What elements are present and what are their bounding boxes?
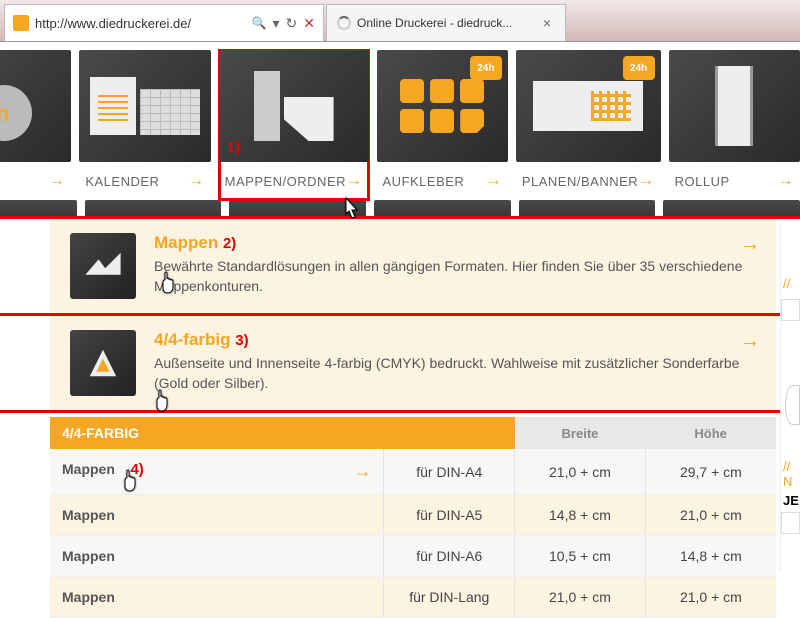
- farbig-icon: [70, 330, 136, 396]
- product-name: Mappen: [62, 507, 115, 523]
- category-card-kalender[interactable]: KALENDER →: [79, 50, 210, 200]
- height-cell: 14,8 + cm: [645, 536, 776, 577]
- divider: [0, 410, 800, 413]
- arrow-right-icon: →: [49, 172, 66, 190]
- step-2-marker: 2): [223, 235, 236, 252]
- category-thumb-icon: 24h: [377, 50, 508, 162]
- browser-tab[interactable]: Online Druckerei - diedruck... ×: [326, 4, 566, 41]
- height-cell: 21,0 + cm: [645, 495, 776, 536]
- category-card-aufkleber[interactable]: 24h AUFKLEBER →: [377, 50, 508, 200]
- category-nav-row2: [0, 200, 800, 216]
- refresh-icon[interactable]: ↻: [286, 15, 298, 32]
- width-cell: 21,0 + cm: [515, 449, 646, 495]
- step-1-marker: 1): [227, 139, 240, 156]
- arrow-right-icon: →: [346, 172, 363, 190]
- arrow-right-icon: →: [740, 233, 760, 256]
- category-card-ruck[interactable]: RUCK→: [0, 50, 71, 200]
- promo-mappen[interactable]: Mappen 2) Bewährte Standardlösungen in a…: [50, 219, 776, 313]
- width-cell: 10,5 + cm: [515, 536, 646, 577]
- tab-close-button[interactable]: ×: [539, 15, 555, 31]
- category-label: PLANEN/BANNER: [522, 174, 638, 189]
- address-bar[interactable]: http://www.diedruckerei.de/ 🔍 ▾ ↻ ✕: [4, 4, 324, 41]
- tab-title: Online Druckerei - diedruck...: [357, 16, 539, 30]
- url-text: http://www.diedruckerei.de/: [35, 16, 252, 31]
- step-4-marker: 4): [130, 461, 143, 478]
- mappen-icon: [70, 233, 136, 299]
- format-cell: für DIN-A5: [384, 495, 515, 536]
- promo-title: 4/4-farbig: [154, 330, 231, 349]
- arrow-right-icon: →: [638, 172, 655, 190]
- table-row[interactable]: Mappen für DIN-A514,8 + cm21,0 + cm: [50, 495, 776, 536]
- format-cell: für DIN-A6: [384, 536, 515, 577]
- product-table: 4/4-FARBIG Breite Höhe Mappen 4) → für DIN…: [50, 417, 776, 618]
- category-thumb-icon: [79, 50, 210, 162]
- badge-24h-icon: 24h: [623, 56, 655, 80]
- favicon-icon: [13, 15, 29, 31]
- category-card-rollup[interactable]: ROLLUP →: [669, 50, 800, 200]
- search-icon[interactable]: 🔍: [252, 16, 267, 30]
- table-row[interactable]: Mappen 4) → für DIN-A421,0 + cm29,7 + cm: [50, 449, 776, 495]
- arrow-right-icon: →: [188, 172, 205, 190]
- dropdown-icon[interactable]: ▾: [273, 15, 280, 32]
- category-thumb-icon: [0, 50, 71, 162]
- height-cell: 29,7 + cm: [645, 449, 776, 495]
- arrow-right-icon: →: [353, 461, 371, 482]
- table-title: 4/4-FARBIG: [50, 417, 515, 449]
- arrow-right-icon: →: [485, 172, 502, 190]
- category-thumb-icon: 24h: [516, 50, 661, 162]
- promo-44farbig[interactable]: 4/4-farbig 3) Außenseite und Innenseite …: [50, 316, 776, 410]
- loading-spinner-icon: [337, 16, 351, 30]
- browser-bar: http://www.diedruckerei.de/ 🔍 ▾ ↻ ✕ Onli…: [0, 0, 800, 42]
- category-label: MAPPEN/ORDNER: [225, 174, 346, 189]
- stop-icon[interactable]: ✕: [303, 15, 315, 32]
- format-cell: für DIN-Lang: [384, 577, 515, 618]
- arrow-right-icon: →: [777, 172, 794, 190]
- table-header: 4/4-FARBIG Breite Höhe: [50, 417, 776, 449]
- category-label: ROLLUP: [675, 174, 730, 189]
- promo-title: Mappen: [154, 233, 218, 252]
- category-card-planenbanner[interactable]: 24h PLANEN/BANNER→: [516, 50, 661, 200]
- table-row[interactable]: Mappenfür DIN-Lang21,0 + cm21,0 + cm: [50, 577, 776, 618]
- col-height: Höhe: [645, 417, 776, 449]
- product-name: Mappen: [62, 589, 115, 605]
- col-width: Breite: [515, 417, 646, 449]
- category-label: AUFKLEBER: [383, 174, 465, 189]
- product-name: Mappen: [62, 548, 115, 564]
- category-label: KALENDER: [85, 174, 159, 189]
- category-nav: RUCK→KALENDER→1)MAPPEN/ORDNER→24hAUFKLEB…: [0, 42, 800, 200]
- table-row[interactable]: Mappen für DIN-A610,5 + cm14,8 + cm: [50, 536, 776, 577]
- width-cell: 14,8 + cm: [515, 495, 646, 536]
- promo-description: Bewährte Standardlösungen in allen gängi…: [154, 257, 756, 296]
- width-cell: 21,0 + cm: [515, 577, 646, 618]
- category-thumb-icon: [669, 50, 800, 162]
- promo-description: Außenseite und Innenseite 4-farbig (CMYK…: [154, 354, 756, 393]
- step-3-marker: 3): [235, 332, 248, 349]
- arrow-right-icon: →: [740, 330, 760, 353]
- category-card-mappenordner[interactable]: 1) MAPPEN/ORDNER→: [219, 50, 369, 200]
- badge-24h-icon: 24h: [470, 56, 502, 80]
- product-name: Mappen: [62, 461, 115, 477]
- sidebar-partial: // // N JE: [780, 222, 800, 572]
- height-cell: 21,0 + cm: [645, 577, 776, 618]
- category-thumb-icon: 1): [219, 50, 369, 162]
- format-cell: für DIN-A4: [384, 449, 515, 495]
